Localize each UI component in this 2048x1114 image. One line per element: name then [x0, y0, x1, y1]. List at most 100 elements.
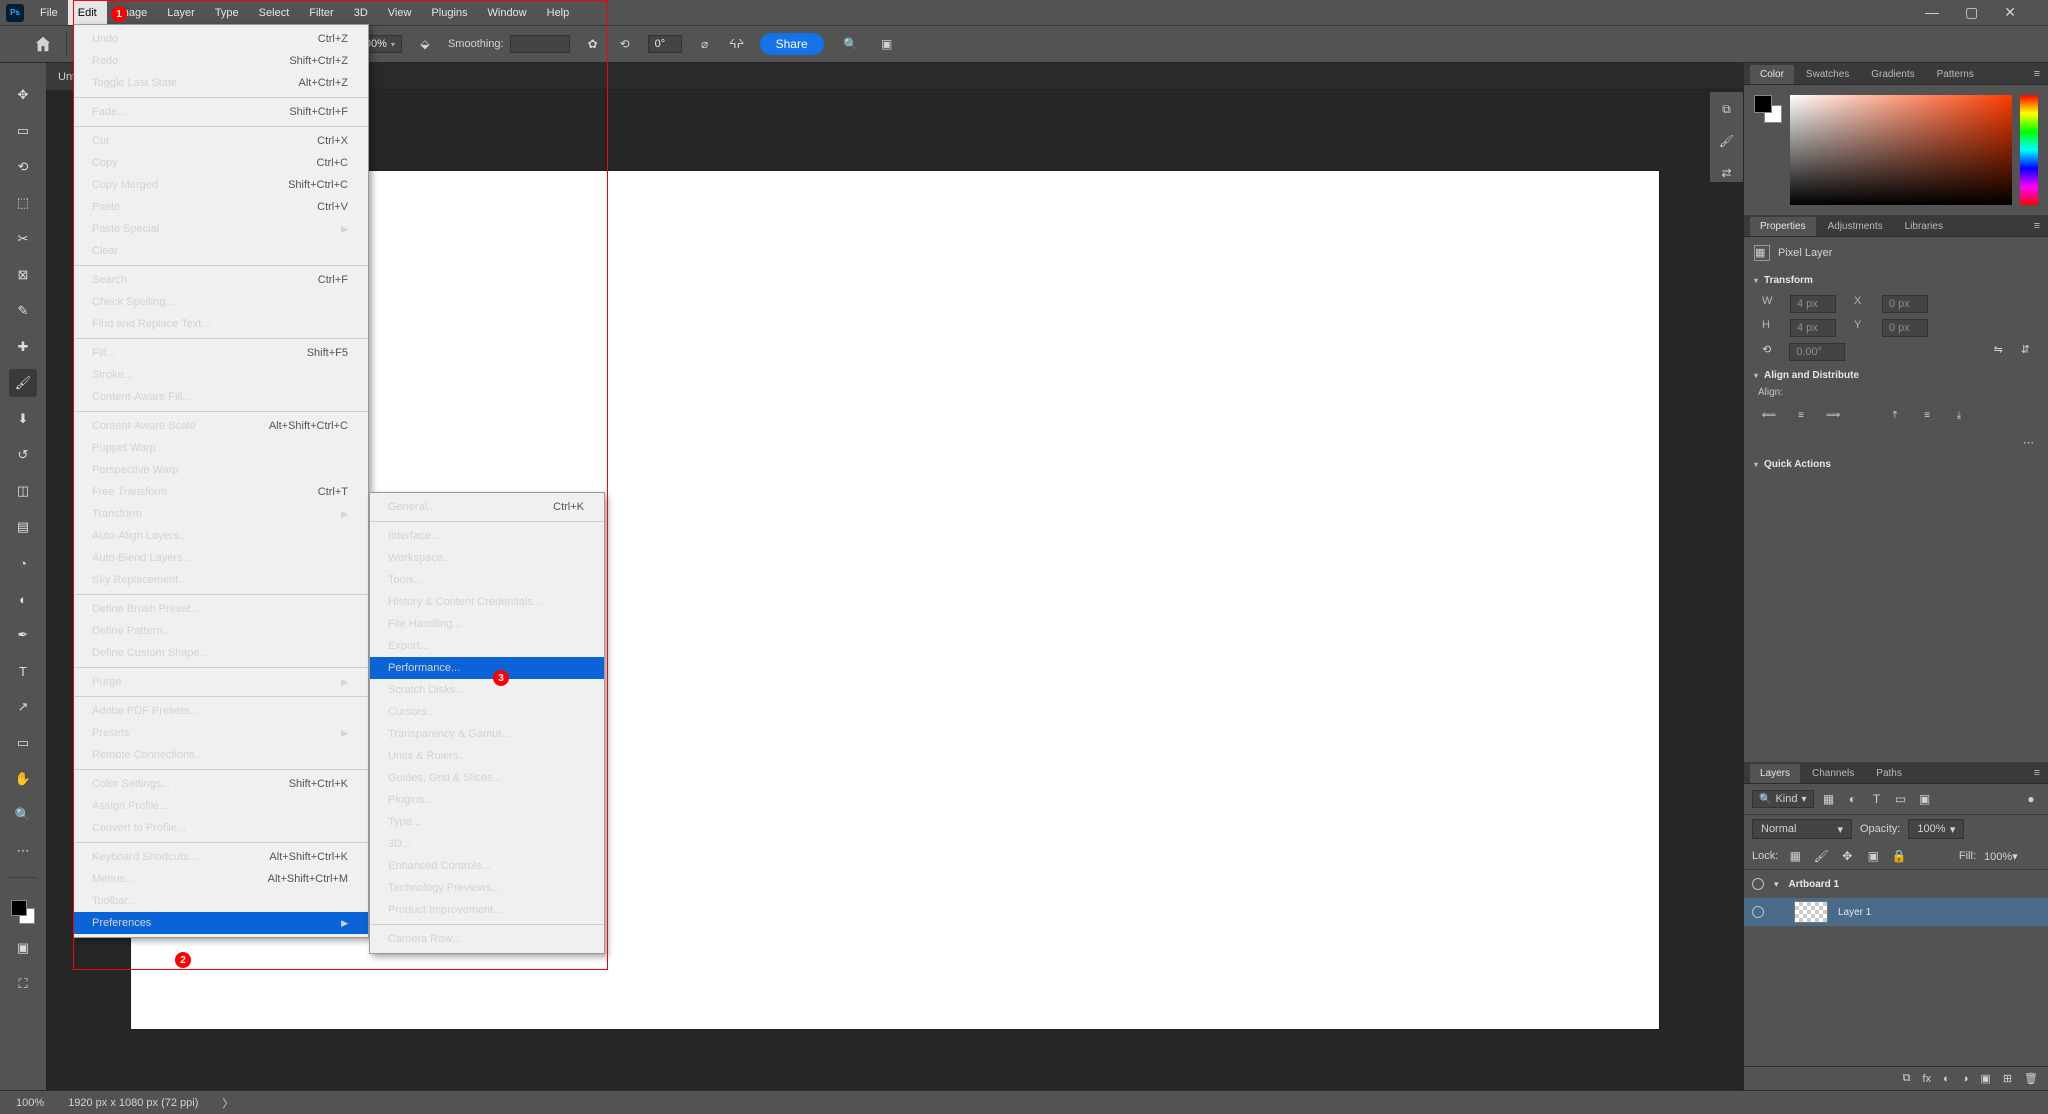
menu-item-keyboard-shortcuts[interactable]: Keyboard Shortcuts...Alt+Shift+Ctrl+K: [74, 846, 368, 868]
smoothing-value[interactable]: [510, 35, 570, 53]
menu-window[interactable]: Window: [478, 0, 537, 25]
tab-adjustments[interactable]: Adjustments: [1818, 217, 1893, 236]
eraser-tool[interactable]: ◫: [9, 477, 37, 505]
maximize-button[interactable]: ▢: [1965, 4, 1978, 21]
tab-channels[interactable]: Channels: [1802, 764, 1864, 783]
menu-item-assign-profile[interactable]: Assign Profile...: [74, 795, 368, 817]
menu-item-type[interactable]: Type...: [370, 811, 604, 833]
crop-tool[interactable]: ✂: [9, 225, 37, 253]
link-layers-icon[interactable]: ⧉: [1903, 1072, 1911, 1085]
menu-item-find-and-replace-text[interactable]: Find and Replace Text...: [74, 313, 368, 335]
menu-item-convert-to-profile[interactable]: Convert to Profile...: [74, 817, 368, 839]
menu-item-scratch-disks[interactable]: Scratch Disks...: [370, 679, 604, 701]
lock-artboard-icon[interactable]: ▣: [1864, 847, 1882, 865]
blur-tool[interactable]: ◔: [9, 549, 37, 577]
layer-artboard[interactable]: ▾ Artboard 1: [1744, 870, 2048, 898]
menu-item-adobe-pdf-presets[interactable]: Adobe PDF Presets...: [74, 700, 368, 722]
menu-item-presets[interactable]: Presets▶: [74, 722, 368, 744]
menu-item-copy[interactable]: CopyCtrl+C: [74, 152, 368, 174]
menu-item-transform[interactable]: Transform▶: [74, 503, 368, 525]
color-picker[interactable]: [1744, 85, 2048, 215]
menu-type[interactable]: Type: [205, 0, 249, 25]
menu-item-define-brush-preset[interactable]: Define Brush Preset...: [74, 598, 368, 620]
menu-item-purge[interactable]: Purge▶: [74, 671, 368, 693]
symmetry-icon[interactable]: ᔦᔨ: [728, 35, 746, 53]
menu-item-camera-raw[interactable]: Camera Raw...: [370, 928, 604, 950]
menu-item-workspace[interactable]: Workspace...: [370, 547, 604, 569]
panel-menu-icon[interactable]: ≡: [2026, 216, 2048, 236]
panel-menu-icon[interactable]: ≡: [2026, 64, 2048, 84]
more-icon[interactable]: ⋯: [2023, 437, 2034, 449]
layer-opacity[interactable]: 100%▾: [1908, 819, 1964, 839]
menu-item-units-rulers[interactable]: Units & Rulers...: [370, 745, 604, 767]
healing-tool[interactable]: ✚: [9, 333, 37, 361]
align-vcenter-icon[interactable]: ≡: [1916, 404, 1938, 426]
quick-mask-icon[interactable]: ▣: [9, 934, 37, 962]
filter-smart-icon[interactable]: ▣: [1916, 790, 1934, 808]
align-section[interactable]: Align and Distribute: [1744, 364, 2048, 387]
minimize-button[interactable]: ―: [1925, 4, 1939, 21]
lock-all-icon[interactable]: 🔒: [1890, 847, 1908, 865]
tab-properties[interactable]: Properties: [1750, 217, 1816, 236]
delete-layer-icon[interactable]: 🗑: [2024, 1072, 2038, 1085]
tab-layers[interactable]: Layers: [1750, 764, 1800, 783]
share-button[interactable]: Share: [760, 33, 824, 55]
group-icon[interactable]: ▣: [1980, 1072, 1990, 1085]
tab-paths[interactable]: Paths: [1866, 764, 1912, 783]
brush-angle[interactable]: 0°: [648, 35, 682, 53]
brush-tool[interactable]: 🖌: [9, 369, 37, 397]
menu-item-fill[interactable]: Fill...Shift+F5: [74, 342, 368, 364]
angle-icon[interactable]: ⟲: [616, 35, 634, 53]
menu-select[interactable]: Select: [249, 0, 300, 25]
zoom-level[interactable]: 100%: [16, 1097, 44, 1109]
selection-tool[interactable]: ⬚: [9, 189, 37, 217]
pressure-size-icon[interactable]: ⌀: [696, 35, 714, 53]
flip-v-icon[interactable]: ⇵: [2021, 343, 2030, 361]
history-panel-icon[interactable]: ⧉: [1718, 100, 1736, 118]
menu-item-general[interactable]: General...Ctrl+K: [370, 496, 604, 518]
menu-item-export[interactable]: Export...: [370, 635, 604, 657]
filter-shape-icon[interactable]: ▭: [1892, 790, 1910, 808]
visibility-icon[interactable]: [1752, 906, 1764, 918]
menu-item-stroke[interactable]: Stroke...: [74, 364, 368, 386]
transform-section[interactable]: Transform: [1744, 269, 2048, 292]
align-right-icon[interactable]: ⟹: [1822, 404, 1844, 426]
align-top-icon[interactable]: ⤒: [1884, 404, 1906, 426]
menu-item-transparency-gamut[interactable]: Transparency & Gamut...: [370, 723, 604, 745]
transform-w[interactable]: 4 px: [1790, 295, 1836, 313]
align-left-icon[interactable]: ⟸: [1758, 404, 1780, 426]
filter-type-icon[interactable]: T: [1868, 790, 1886, 808]
menu-item-plugins[interactable]: Plugins...: [370, 789, 604, 811]
menu-item-3d[interactable]: 3D...: [370, 833, 604, 855]
quick-actions-section[interactable]: Quick Actions: [1744, 453, 2048, 476]
marquee-tool[interactable]: ▭: [9, 117, 37, 145]
pen-tool[interactable]: ✒: [9, 621, 37, 649]
menu-item-toolbar[interactable]: Toolbar...: [74, 890, 368, 912]
menu-item-content-aware-scale[interactable]: Content-Aware ScaleAlt+Shift+Ctrl+C: [74, 415, 368, 437]
status-chevron-icon[interactable]: 〉: [222, 1095, 233, 1111]
dodge-tool[interactable]: ◐: [9, 585, 37, 613]
layer-item[interactable]: Layer 1: [1744, 898, 2048, 926]
lock-position-icon[interactable]: ✥: [1838, 847, 1856, 865]
stamp-tool[interactable]: ⬇: [9, 405, 37, 433]
edit-toolbar[interactable]: ⋯: [9, 837, 37, 865]
brush-panel-icon[interactable]: 🖌: [1718, 132, 1736, 150]
menu-edit[interactable]: Edit: [68, 0, 107, 25]
menu-item-performance[interactable]: Performance...: [370, 657, 604, 679]
menu-item-cursors[interactable]: Cursors...: [370, 701, 604, 723]
menu-item-file-handling[interactable]: File Handling...: [370, 613, 604, 635]
type-tool[interactable]: T: [9, 657, 37, 685]
menu-item-product-improvement[interactable]: Product Improvement...: [370, 899, 604, 921]
workspace-icon[interactable]: ▣: [878, 35, 896, 53]
tab-libraries[interactable]: Libraries: [1895, 217, 1953, 236]
menu-item-remote-connections[interactable]: Remote Connections...: [74, 744, 368, 766]
history-brush-tool[interactable]: ↺: [9, 441, 37, 469]
menu-layer[interactable]: Layer: [157, 0, 205, 25]
menu-item-history-content-credentials[interactable]: History & Content Credentials...: [370, 591, 604, 613]
settings-gear-icon[interactable]: ✿: [584, 35, 602, 53]
tab-patterns[interactable]: Patterns: [1927, 65, 1984, 84]
menu-item-color-settings[interactable]: Color Settings...Shift+Ctrl+K: [74, 773, 368, 795]
menu-help[interactable]: Help: [537, 0, 580, 25]
layer-fx-icon[interactable]: fx: [1923, 1073, 1932, 1085]
menu-item-free-transform[interactable]: Free TransformCtrl+T: [74, 481, 368, 503]
